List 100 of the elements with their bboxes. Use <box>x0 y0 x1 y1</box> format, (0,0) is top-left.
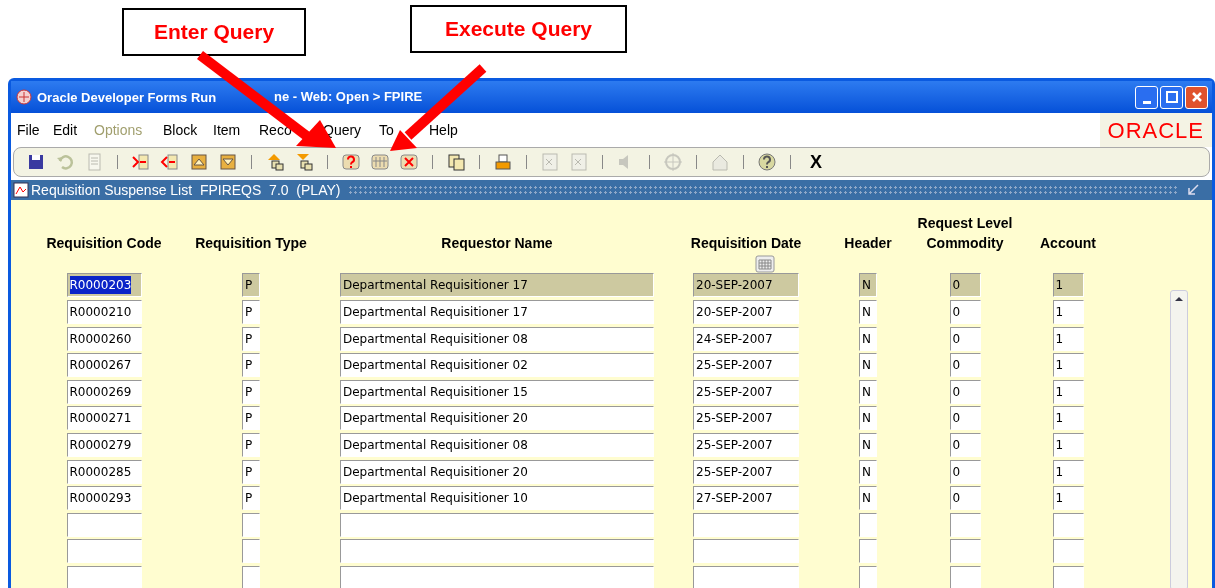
table-field[interactable] <box>1052 512 1084 537</box>
table-field[interactable]: Departmental Requisitioner 17 <box>340 300 654 325</box>
exit-button[interactable]: X <box>810 148 822 176</box>
table-field[interactable]: P <box>242 406 260 431</box>
execute-query-icon[interactable] <box>370 152 390 172</box>
table-field[interactable]: 1 <box>1052 273 1084 298</box>
menu-item[interactable]: Reco <box>259 122 292 138</box>
table-field[interactable]: Departmental Requisitioner 08 <box>340 326 654 351</box>
menu-item[interactable]: Edit <box>53 122 78 138</box>
table-field[interactable]: 1 <box>1052 486 1084 511</box>
calendar-icon[interactable] <box>755 255 775 274</box>
table-field[interactable]: 0 <box>949 353 981 378</box>
table-field[interactable] <box>66 512 142 537</box>
table-field[interactable]: N <box>859 406 877 431</box>
table-field[interactable]: N <box>859 379 877 404</box>
table-field[interactable] <box>949 539 981 564</box>
menu-item[interactable]: File <box>17 122 40 138</box>
table-field[interactable]: P <box>242 326 260 351</box>
table-field[interactable] <box>340 512 654 537</box>
menu-item[interactable]: Help <box>429 122 458 138</box>
table-field[interactable]: N <box>859 273 877 298</box>
table-field[interactable]: 1 <box>1052 326 1084 351</box>
table-field[interactable]: 0 <box>949 379 981 404</box>
table-field[interactable]: N <box>859 433 877 458</box>
table-field[interactable]: 0 <box>949 300 981 325</box>
table-field[interactable]: R0000285 <box>66 459 142 484</box>
table-field[interactable]: 25-SEP-2007 <box>693 353 799 378</box>
table-field[interactable]: 1 <box>1052 433 1084 458</box>
table-field[interactable]: R0000279 <box>66 433 142 458</box>
restore-icon[interactable] <box>1186 183 1200 197</box>
table-field[interactable]: P <box>242 353 260 378</box>
table-field[interactable] <box>693 539 799 564</box>
table-field[interactable]: 25-SEP-2007 <box>693 379 799 404</box>
table-field[interactable]: 1 <box>1052 300 1084 325</box>
table-field[interactable]: Departmental Requisitioner 02 <box>340 353 654 378</box>
table-field[interactable] <box>693 512 799 537</box>
table-field[interactable]: 20-SEP-2007 <box>693 300 799 325</box>
table-field[interactable]: 0 <box>949 406 981 431</box>
table-field[interactable] <box>340 539 654 564</box>
table-field[interactable]: 0 <box>949 459 981 484</box>
table-field[interactable]: N <box>859 326 877 351</box>
table-field[interactable]: N <box>859 353 877 378</box>
table-field[interactable]: 1 <box>1052 459 1084 484</box>
table-field[interactable] <box>66 566 142 588</box>
table-field[interactable]: 1 <box>1052 406 1084 431</box>
table-field[interactable] <box>340 566 654 588</box>
table-field[interactable]: Departmental Requisitioner 08 <box>340 433 654 458</box>
minimize-button[interactable] <box>1135 85 1158 109</box>
menu-item[interactable]: Block <box>163 122 198 138</box>
last-record-icon[interactable] <box>218 152 238 172</box>
menu-item[interactable]: To <box>379 122 394 138</box>
table-field[interactable] <box>242 539 260 564</box>
table-field[interactable]: 25-SEP-2007 <box>693 433 799 458</box>
table-field[interactable] <box>949 566 981 588</box>
maximize-button[interactable] <box>1160 85 1183 109</box>
table-field[interactable]: 0 <box>949 326 981 351</box>
table-field[interactable]: R0000203 <box>66 273 142 298</box>
save-icon[interactable] <box>26 152 46 172</box>
table-field[interactable]: N <box>859 486 877 511</box>
table-field[interactable]: 25-SEP-2007 <box>693 459 799 484</box>
print-icon[interactable] <box>493 152 513 172</box>
record-arrow-icon[interactable] <box>131 152 151 172</box>
table-field[interactable]: 24-SEP-2007 <box>693 326 799 351</box>
table-field[interactable]: 25-SEP-2007 <box>693 406 799 431</box>
table-field[interactable]: 1 <box>1052 379 1084 404</box>
table-field[interactable]: N <box>859 300 877 325</box>
table-field[interactable] <box>859 539 877 564</box>
table-field[interactable]: 27-SEP-2007 <box>693 486 799 511</box>
copy-icon[interactable] <box>446 152 466 172</box>
table-field[interactable]: R0000260 <box>66 326 142 351</box>
table-field[interactable]: P <box>242 379 260 404</box>
table-field[interactable] <box>859 512 877 537</box>
table-field[interactable]: N <box>859 459 877 484</box>
cancel-query-icon[interactable] <box>399 152 419 172</box>
table-field[interactable] <box>242 512 260 537</box>
table-field[interactable]: R0000269 <box>66 379 142 404</box>
table-field[interactable] <box>1052 566 1084 588</box>
table-field[interactable]: R0000210 <box>66 300 142 325</box>
table-field[interactable]: 0 <box>949 273 981 298</box>
table-field[interactable]: 1 <box>1052 353 1084 378</box>
table-field[interactable]: Departmental Requisitioner 20 <box>340 459 654 484</box>
table-field[interactable] <box>1052 539 1084 564</box>
table-field[interactable]: P <box>242 433 260 458</box>
table-field[interactable]: P <box>242 273 260 298</box>
table-field[interactable]: P <box>242 300 260 325</box>
table-field[interactable]: 0 <box>949 486 981 511</box>
table-field[interactable] <box>859 566 877 588</box>
table-field[interactable]: R0000267 <box>66 353 142 378</box>
menu-item[interactable]: Item <box>213 122 241 138</box>
table-field[interactable]: 0 <box>949 433 981 458</box>
table-field[interactable]: Departmental Requisitioner 17 <box>340 273 654 298</box>
table-field[interactable]: P <box>242 459 260 484</box>
scrollbar[interactable] <box>1170 290 1188 588</box>
table-field[interactable] <box>242 566 260 588</box>
table-field[interactable]: 20-SEP-2007 <box>693 273 799 298</box>
table-field[interactable]: P <box>242 486 260 511</box>
table-field[interactable] <box>66 539 142 564</box>
table-field[interactable] <box>949 512 981 537</box>
close-button[interactable] <box>1185 85 1208 109</box>
table-field[interactable]: Departmental Requisitioner 10 <box>340 486 654 511</box>
